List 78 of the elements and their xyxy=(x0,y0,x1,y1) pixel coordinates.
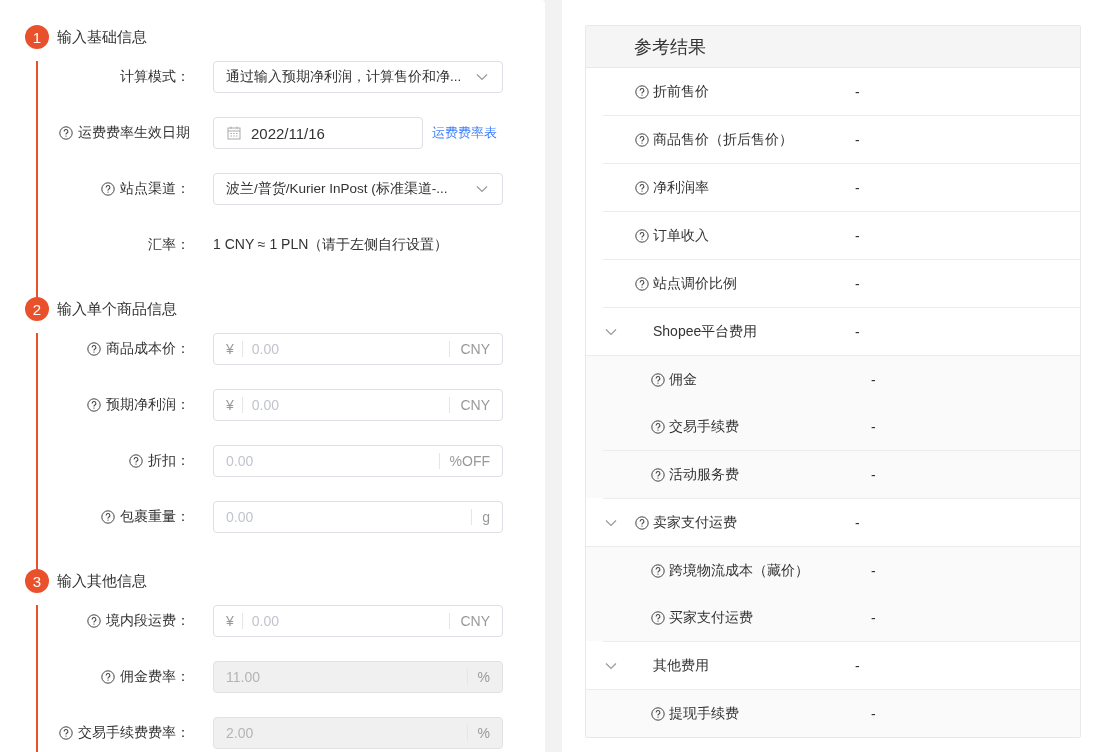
input-field[interactable]: 0.00 g xyxy=(213,501,503,533)
help-icon[interactable] xyxy=(635,132,649,147)
field-label: 预期净利润： xyxy=(106,396,190,414)
help-icon[interactable] xyxy=(651,467,665,482)
result-label: 其他费用 xyxy=(653,656,709,675)
step-title: 输入其他信息 xyxy=(57,571,148,591)
result-value: - xyxy=(855,323,860,340)
help-icon[interactable] xyxy=(651,563,665,578)
step-number: 3 xyxy=(25,569,49,593)
result-label: 净利润率 xyxy=(653,178,709,197)
field-label: 计算模式： xyxy=(120,68,190,86)
result-value: - xyxy=(855,179,860,196)
input-field[interactable]: 0.00 %OFF xyxy=(213,445,503,477)
chevron-icon xyxy=(476,185,488,193)
result-label: 活动服务费 xyxy=(669,465,739,484)
result-value: - xyxy=(871,705,876,722)
field-label: 交易手续费费率： xyxy=(78,724,190,742)
exchange-rate-text: 1 CNY ≈ 1 PLN（请于左侧自行设置） xyxy=(213,236,449,254)
result-label: 站点调价比例 xyxy=(653,274,737,293)
help-icon[interactable] xyxy=(129,454,143,468)
step-number: 1 xyxy=(25,25,49,49)
help-icon[interactable] xyxy=(101,510,115,524)
result-value: - xyxy=(871,562,876,579)
rate-table-link[interactable]: 运费费率表 xyxy=(432,124,497,142)
field-label: 商品成本价： xyxy=(106,340,190,358)
result-value: - xyxy=(855,657,860,674)
help-icon[interactable] xyxy=(635,515,649,530)
step-title: 输入单个商品信息 xyxy=(57,299,178,319)
input-field[interactable]: ¥ 0.00 CNY xyxy=(213,333,503,365)
result-label: 跨境物流成本（藏价） xyxy=(669,561,809,580)
help-icon[interactable] xyxy=(635,276,649,291)
help-icon[interactable] xyxy=(635,84,649,99)
field-label: 运费费率生效日期 xyxy=(78,124,190,142)
chevron-icon xyxy=(476,73,488,81)
input-field[interactable]: ¥ 0.00 CNY xyxy=(213,605,503,637)
help-icon[interactable] xyxy=(651,706,665,721)
help-icon[interactable] xyxy=(87,614,101,628)
result-label: 订单收入 xyxy=(653,226,709,245)
result-label: 卖家支付运费 xyxy=(653,513,737,532)
result-value: - xyxy=(855,275,860,292)
result-label: 交易手续费 xyxy=(669,417,739,436)
result-value: - xyxy=(871,609,876,626)
result-label: 买家支付运费 xyxy=(669,608,753,627)
field-label: 汇率： xyxy=(148,236,190,254)
result-value: - xyxy=(855,514,860,531)
field-label: 折扣： xyxy=(148,452,190,470)
field-label: 包裹重量： xyxy=(120,508,190,526)
step-number: 2 xyxy=(25,297,49,321)
result-value: - xyxy=(871,466,876,483)
result-label: 折前售价 xyxy=(653,82,709,101)
results-title: 参考结果 xyxy=(634,35,706,59)
help-icon[interactable] xyxy=(651,419,665,434)
field-label: 站点渠道： xyxy=(120,180,190,198)
result-label: 佣金 xyxy=(669,370,697,389)
help-icon[interactable] xyxy=(59,126,73,140)
help-icon[interactable] xyxy=(651,372,665,387)
help-icon[interactable] xyxy=(101,182,115,196)
result-value: - xyxy=(871,371,876,388)
input-field[interactable]: ¥ 0.00 CNY xyxy=(213,389,503,421)
help-icon[interactable] xyxy=(87,342,101,356)
result-value: - xyxy=(855,227,860,244)
step-title: 输入基础信息 xyxy=(57,27,148,47)
help-icon[interactable] xyxy=(651,610,665,625)
result-label: 提现手续费 xyxy=(669,704,739,723)
date-field[interactable]: 2022/11/16 xyxy=(213,117,423,149)
help-icon[interactable] xyxy=(635,228,649,243)
result-value: - xyxy=(855,131,860,148)
result-value: - xyxy=(855,83,860,100)
field-label: 境内段运费： xyxy=(106,612,190,630)
result-label: Shopee平台费用 xyxy=(653,322,758,341)
select-field[interactable]: 波兰/普货/Kurier InPost (标准渠道-... xyxy=(213,173,503,205)
field-label: 佣金费率： xyxy=(120,668,190,686)
calendar-icon xyxy=(227,126,241,140)
select-field[interactable]: 通过输入预期净利润，计算售价和净... xyxy=(213,61,503,93)
result-value: - xyxy=(871,418,876,435)
result-label: 商品售价（折后售价） xyxy=(653,130,793,149)
help-icon[interactable] xyxy=(87,398,101,412)
help-icon[interactable] xyxy=(635,180,649,195)
